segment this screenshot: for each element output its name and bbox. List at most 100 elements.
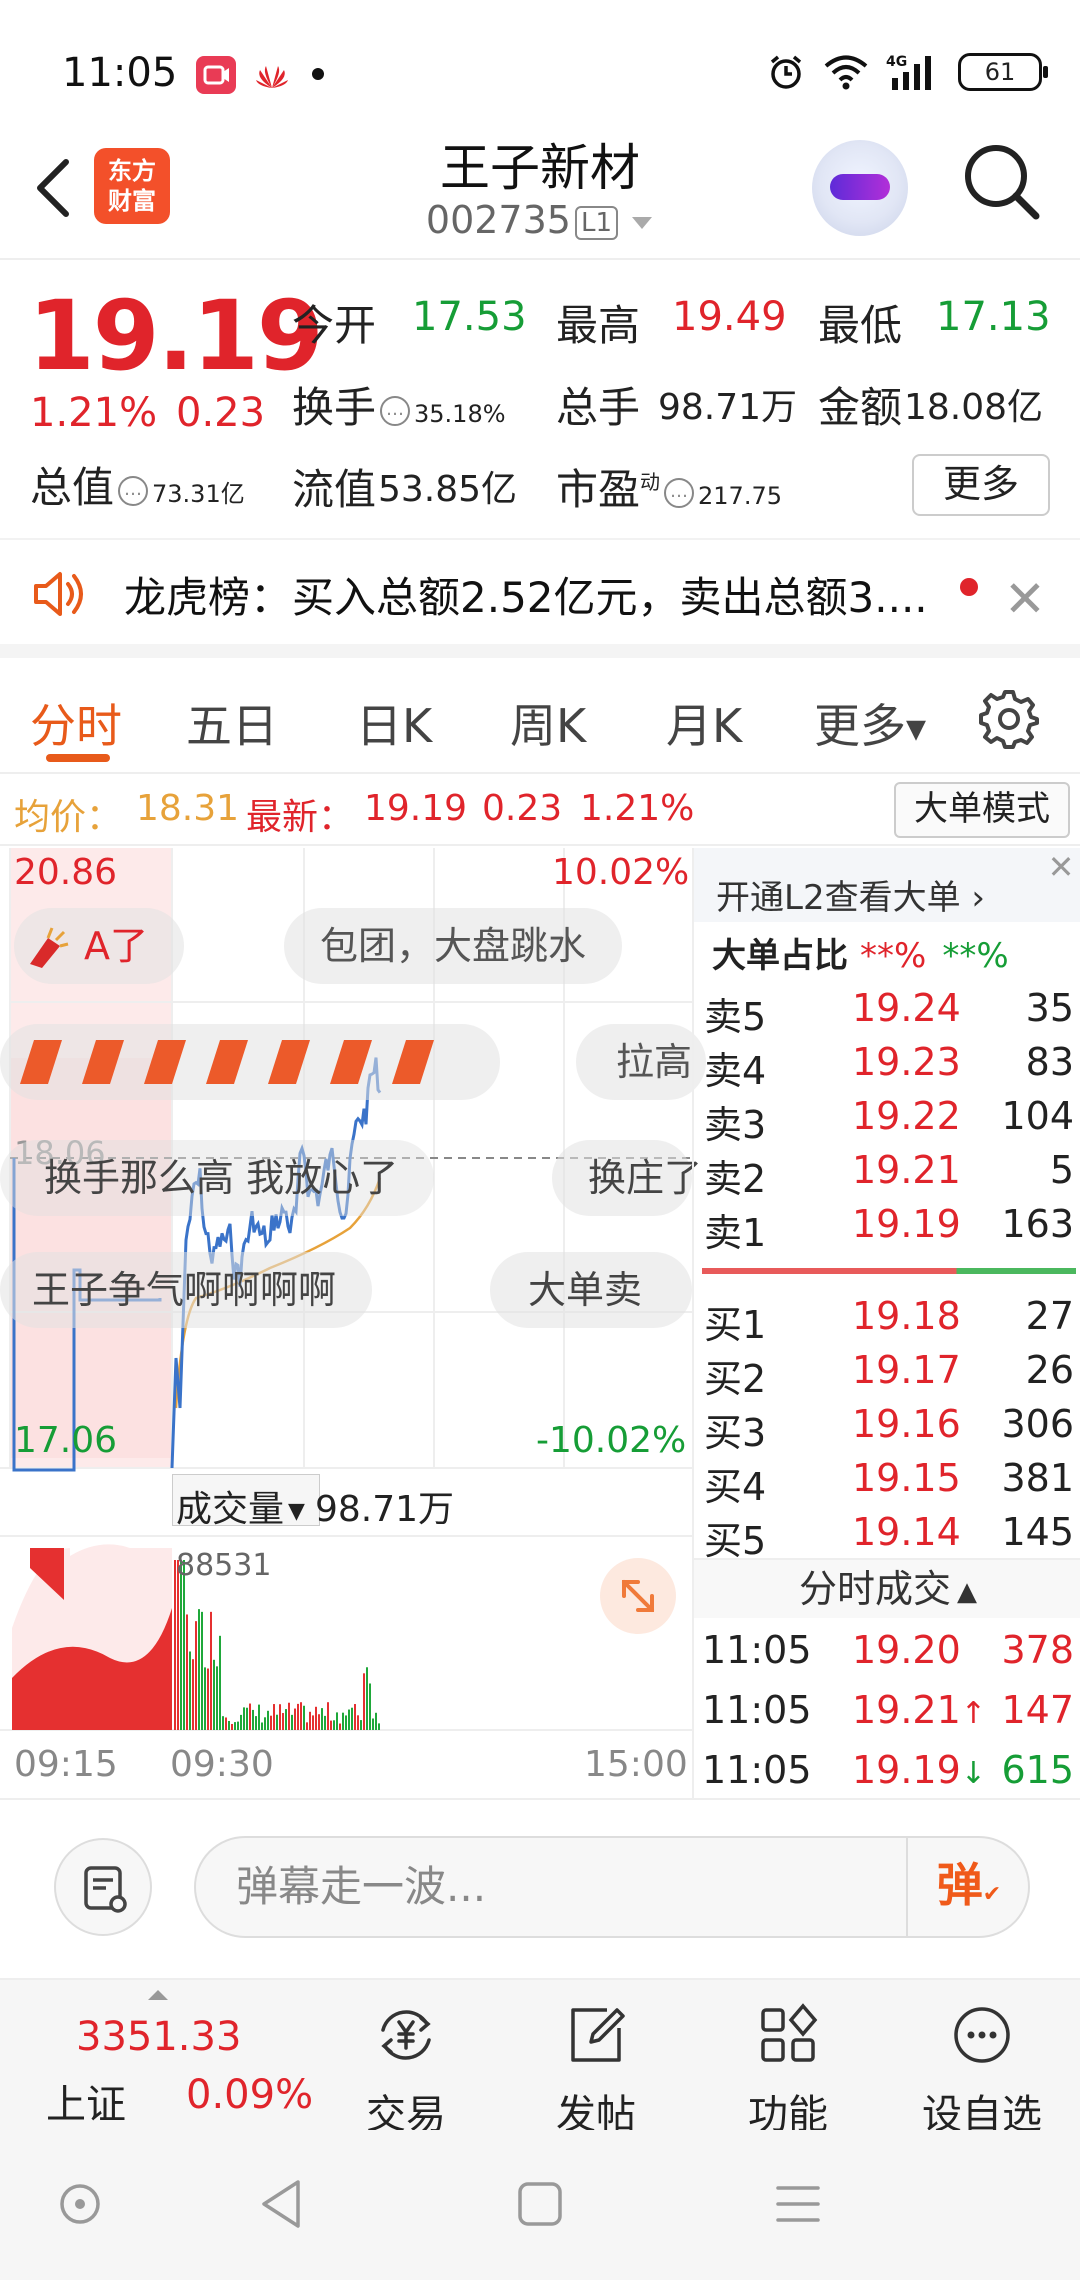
volume-bar [321, 1708, 323, 1730]
tab-daily-k[interactable]: 日K [356, 690, 432, 756]
edit-post-icon [571, 2008, 625, 2062]
menu-lines-icon[interactable] [770, 2176, 826, 2232]
market-cap-row[interactable]: 总值… 73.31亿 [30, 454, 245, 515]
bid-row[interactable]: 买5 19.14 145 [694, 1510, 1080, 1564]
nav-functions[interactable]: 功能 [718, 2000, 858, 2138]
danmu-settings-button[interactable] [54, 1838, 152, 1936]
pe-row[interactable]: 市盈动… 217.75 [556, 456, 782, 517]
index-name[interactable]: 上证 [46, 2072, 126, 2130]
volume-bar [276, 1714, 278, 1730]
close-icon[interactable]: ✕ [1004, 570, 1046, 628]
more-button[interactable]: 更多 [912, 454, 1050, 516]
low-value: 17.13 [936, 294, 1051, 340]
volume-bar [357, 1715, 359, 1730]
ask-label: 卖1 [704, 1211, 767, 1255]
active-tab-indicator [46, 754, 110, 762]
robot-visor-icon [830, 174, 890, 200]
volume-bar [285, 1709, 287, 1730]
tab-monthly-k[interactable]: 月K [666, 690, 742, 756]
volume-bar [327, 1702, 329, 1730]
danmu-bubble[interactable]: 包团，大盘跳水 [284, 908, 623, 984]
volume-bar [189, 1651, 191, 1730]
info-icon: … [380, 395, 411, 426]
l2-upgrade-banner[interactable]: 开通L2查看大单 › [694, 848, 1080, 922]
bid-row[interactable]: 买4 19.15 381 [694, 1456, 1080, 1510]
danmu-bubble[interactable]: 换庄了 [552, 1140, 702, 1216]
tick-price: 19.21 [852, 1688, 961, 1732]
tab-five-day[interactable]: 五日 [186, 690, 278, 756]
ask-price: 19.24 [852, 986, 961, 1030]
back-triangle-icon[interactable] [254, 2174, 310, 2234]
ai-assistant-avatar[interactable] [812, 140, 908, 236]
danmu-bubble[interactable]: A了 [14, 908, 184, 984]
ask-row[interactable]: 卖3 19.22 104 [694, 1094, 1080, 1148]
search-button[interactable] [960, 140, 1044, 224]
expand-button[interactable] [600, 1558, 676, 1634]
pe-sup: 动 [640, 470, 661, 494]
bid-row[interactable]: 买2 19.17 26 [694, 1348, 1080, 1402]
tab-more[interactable]: 更多▼ [814, 690, 926, 756]
chevron-right-icon: › [960, 878, 985, 918]
turnover-row[interactable]: 换手… 35.18% [292, 374, 506, 435]
y-axis-top: 20.86 [14, 852, 118, 893]
big-order-mode-button[interactable]: 大单模式 [894, 782, 1070, 838]
home-square-icon[interactable] [512, 2176, 568, 2232]
bid-row[interactable]: 买1 19.18 27 [694, 1294, 1080, 1348]
danmu-bubble[interactable]: 王子争气啊啊啊啊 [0, 1252, 373, 1328]
video-app-icon [196, 56, 236, 94]
tab-intraday[interactable]: 分时 [30, 690, 122, 756]
tab-weekly-k[interactable]: 周K [510, 690, 586, 756]
volume-bar [324, 1715, 326, 1730]
tick-row: 11:05 19.21↑ 147 [694, 1688, 1080, 1744]
intraday-chart[interactable]: 20.86 10.02% 18.06 17.06 -10.02% A了 包团，大… [0, 848, 706, 1798]
bid-row[interactable]: 买3 19.16 306 [694, 1402, 1080, 1456]
nav-add-watchlist[interactable]: 设自选 [912, 2000, 1052, 2138]
ask-row[interactable]: 卖4 19.23 83 [694, 1040, 1080, 1094]
ask-label: 卖4 [704, 1049, 767, 1093]
volume-bar [267, 1710, 269, 1730]
time-label-930: 09:30 [170, 1744, 274, 1785]
index-percent[interactable]: 0.09% [186, 2072, 313, 2118]
volume-bar [204, 1667, 206, 1730]
ticks-header[interactable]: 分时成交 ▲ [694, 1558, 1080, 1618]
danmu-bubble[interactable]: 换手那么高 我放心了 [0, 1140, 435, 1216]
danmu-text: 包团，大盘跳水 [320, 924, 587, 968]
danmu-bubble[interactable]: 大单卖 [490, 1252, 692, 1328]
tick-time: 11:05 [702, 1688, 812, 1732]
danmu-send-button[interactable]: 弹✔ [906, 1836, 1030, 1938]
eastmoney-logo[interactable]: 东方 财富 [94, 148, 170, 224]
change-percent: 1.21% [30, 390, 158, 436]
nav-trade[interactable]: 交易 [336, 2000, 476, 2138]
latest-change: 0.23 [482, 788, 563, 829]
ask-row[interactable]: 卖5 19.24 35 [694, 986, 1080, 1040]
float-value: 53.85亿 [378, 469, 518, 510]
nav-post[interactable]: 发帖 [526, 2000, 666, 2138]
volume-bar [360, 1720, 362, 1730]
chevron-left-icon [37, 159, 69, 217]
gear-icon[interactable] [978, 688, 1040, 750]
close-icon[interactable]: ✕ [1040, 848, 1080, 890]
news-ticker[interactable]: 龙虎榜：买入总额2.52亿元，卖出总额3.... ✕ [0, 538, 1080, 658]
tick-price: 19.19 [852, 1748, 961, 1792]
ask-row[interactable]: 卖2 19.21 5 [694, 1148, 1080, 1202]
stock-code-row[interactable]: 002735 L1 [340, 198, 740, 242]
volume-bar [240, 1714, 242, 1730]
volume-bar [291, 1714, 293, 1730]
danmu-bubble[interactable] [0, 1024, 500, 1100]
index-value[interactable]: 3351.33 [76, 2014, 241, 2060]
caret-down-icon [632, 216, 653, 229]
alarm-icon [770, 55, 802, 89]
huawei-logo-icon [252, 58, 292, 92]
danmu-input[interactable]: 弹幕走一波... [194, 1836, 1030, 1938]
svg-text:4G: 4G [886, 54, 907, 70]
back-button[interactable] [22, 148, 82, 228]
ask-row[interactable]: 卖1 19.19 163 [694, 1202, 1080, 1256]
assistant-home-icon[interactable] [52, 2176, 108, 2232]
signal-icon: 4G [886, 54, 931, 90]
volume-bar [351, 1707, 353, 1730]
caret-down-icon: ▼ [906, 714, 926, 745]
danmu-settings-icon [84, 1866, 127, 1913]
volume-bar [177, 1560, 179, 1730]
bid-label: 买4 [704, 1465, 767, 1509]
danmu-bubble[interactable]: 拉高 [576, 1024, 706, 1100]
